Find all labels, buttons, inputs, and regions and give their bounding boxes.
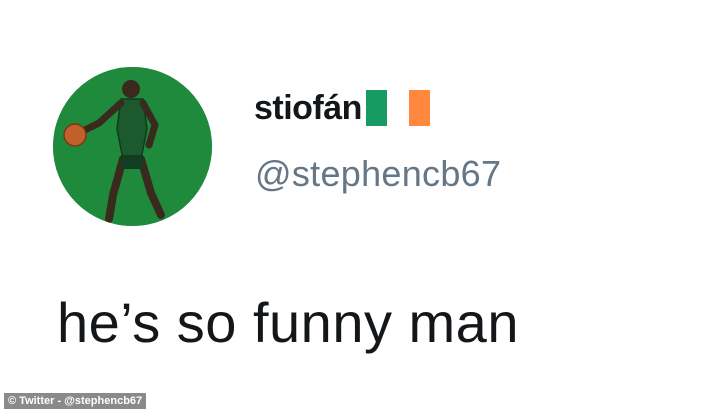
flag-stripe-green <box>365 90 388 126</box>
avatar[interactable] <box>53 67 212 226</box>
basketball-player-icon <box>53 67 212 226</box>
display-name-text: stiofán <box>254 89 362 127</box>
user-handle[interactable]: @stephencb67 <box>255 152 501 196</box>
irish-flag-icon <box>365 90 430 126</box>
display-name[interactable]: stiofán <box>254 88 430 128</box>
flag-stripe-orange <box>408 90 430 126</box>
flag-stripe-white <box>387 90 409 126</box>
image-credit: © Twitter - @stephencb67 <box>4 393 147 409</box>
tweet-text: he’s so funny man <box>57 291 519 354</box>
tweet-card: stiofán @stephencb67 he’s so funny man ©… <box>0 0 720 411</box>
